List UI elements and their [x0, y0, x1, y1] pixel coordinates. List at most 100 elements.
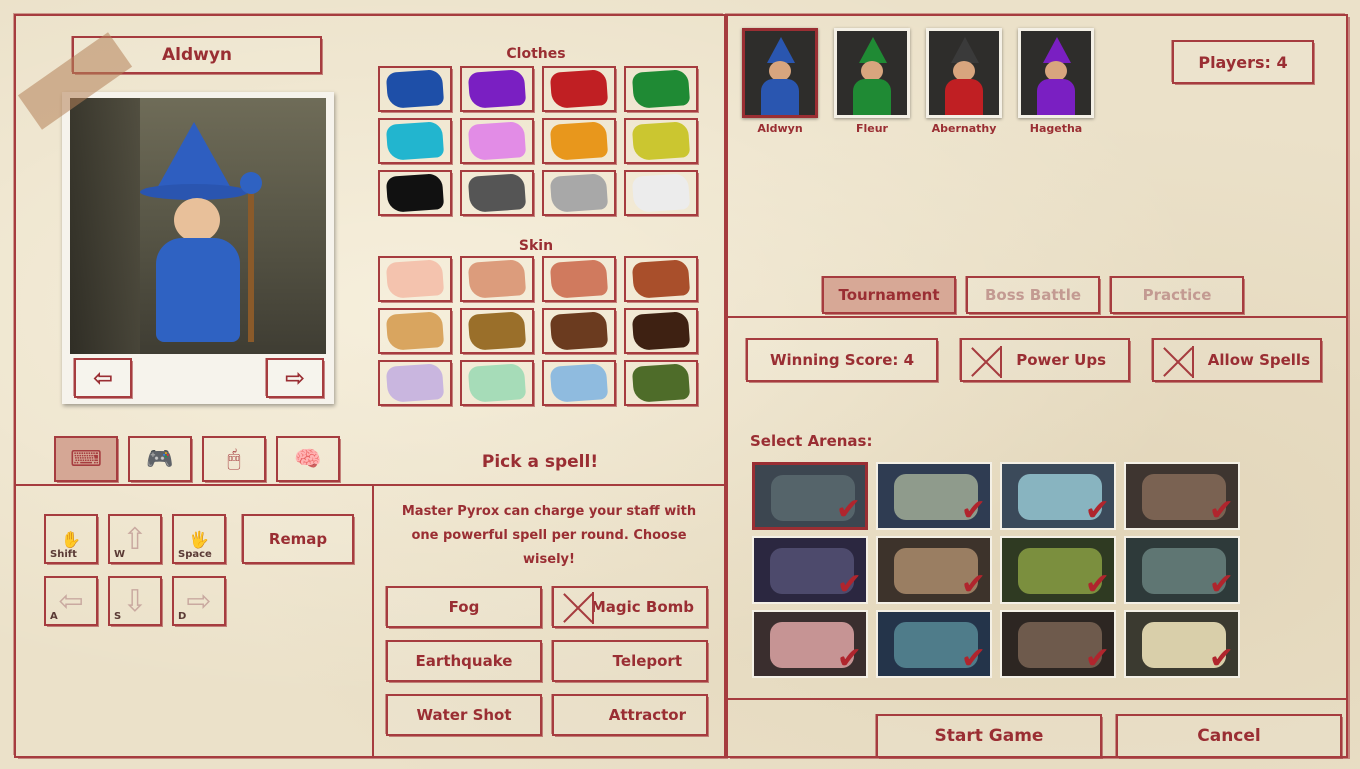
- tab-label: Practice: [1142, 286, 1212, 304]
- arena-thumbnail[interactable]: ✔: [1000, 610, 1116, 678]
- skin-color-blob: [631, 311, 691, 351]
- power-ups-toggle[interactable]: Power Ups: [960, 338, 1130, 382]
- key-w[interactable]: ⇧ W: [108, 514, 162, 564]
- player-portrait[interactable]: [834, 28, 910, 118]
- arena-thumbnail[interactable]: ✔: [876, 610, 992, 678]
- brain-icon: 🧠: [294, 446, 322, 472]
- arena-thumbnail[interactable]: ✔: [1124, 462, 1240, 530]
- skin-swatch[interactable]: [378, 308, 452, 354]
- skin-swatch[interactable]: [542, 360, 616, 406]
- next-character-button[interactable]: ⇨: [266, 358, 324, 398]
- check-icon: ✔: [1084, 567, 1110, 602]
- spell-teleport-button[interactable]: Teleport: [552, 640, 708, 682]
- player-portrait[interactable]: [926, 28, 1002, 118]
- arena-thumbnail[interactable]: ✔: [752, 536, 868, 604]
- player-portrait[interactable]: [742, 28, 818, 118]
- clothes-swatch[interactable]: [624, 66, 698, 112]
- player-hat-shape: [951, 37, 979, 63]
- skin-swatch[interactable]: [542, 256, 616, 302]
- skin-swatch[interactable]: [460, 308, 534, 354]
- clothes-swatch[interactable]: [460, 66, 534, 112]
- skin-swatch[interactable]: [542, 308, 616, 354]
- skin-swatch[interactable]: [460, 360, 534, 406]
- arena-thumbnail[interactable]: ✔: [876, 536, 992, 604]
- player-portrait[interactable]: [1018, 28, 1094, 118]
- checked-x-icon: [1162, 346, 1194, 378]
- check-icon: ✔: [1208, 567, 1234, 602]
- key-space[interactable]: 🖐 Space: [172, 514, 226, 564]
- spell-magic-bomb-button[interactable]: Magic Bomb: [552, 586, 708, 628]
- clothes-swatch[interactable]: [460, 170, 534, 216]
- player-name: Hagetha: [1029, 122, 1083, 135]
- player-name: Abernathy: [931, 122, 997, 135]
- allow-spells-toggle[interactable]: Allow Spells: [1152, 338, 1322, 382]
- check-icon: ✔: [960, 567, 986, 602]
- key-label: S: [114, 611, 122, 622]
- players-count-button[interactable]: Players: 4: [1172, 40, 1314, 84]
- spell-label: Earthquake: [415, 652, 513, 670]
- skin-swatch[interactable]: [624, 256, 698, 302]
- tab-practice[interactable]: Practice: [1110, 276, 1244, 314]
- clothes-color-blob: [467, 173, 527, 213]
- tab-tournament[interactable]: Tournament: [822, 276, 956, 314]
- clothes-swatch[interactable]: [460, 118, 534, 164]
- clothes-color-blob: [549, 121, 609, 161]
- skin-swatch[interactable]: [624, 360, 698, 406]
- clothes-color-blob: [549, 173, 609, 213]
- arena-thumbnail[interactable]: ✔: [876, 462, 992, 530]
- skin-swatch[interactable]: [378, 360, 452, 406]
- tab-boss-battle[interactable]: Boss Battle: [966, 276, 1100, 314]
- ai-tab[interactable]: 🧠: [276, 436, 340, 482]
- clothes-swatch[interactable]: [542, 118, 616, 164]
- remap-label: Remap: [268, 530, 328, 548]
- spell-fog-button[interactable]: Fog: [386, 586, 542, 628]
- clothes-swatch[interactable]: [624, 118, 698, 164]
- winning-score-button[interactable]: Winning Score: 4: [746, 338, 938, 382]
- key-d[interactable]: ⇨ D: [172, 576, 226, 626]
- clothes-swatch[interactable]: [378, 118, 452, 164]
- arena-thumbnail[interactable]: ✔: [1124, 536, 1240, 604]
- remap-button[interactable]: Remap: [242, 514, 354, 564]
- clothes-title: Clothes: [506, 46, 566, 62]
- spell-label: Magic Bomb: [590, 598, 694, 616]
- mouse-tab[interactable]: 🖱: [202, 436, 266, 482]
- clothes-swatch[interactable]: [542, 170, 616, 216]
- skin-swatch[interactable]: [378, 256, 452, 302]
- player-hat-shape: [1043, 37, 1071, 63]
- key-a[interactable]: ⇦ A: [44, 576, 98, 626]
- prev-character-button[interactable]: ⇦: [74, 358, 132, 398]
- skin-swatch[interactable]: [624, 308, 698, 354]
- clothes-swatch[interactable]: [378, 170, 452, 216]
- spell-earthquake-button[interactable]: Earthquake: [386, 640, 542, 682]
- key-shift[interactable]: ✋ Shift: [44, 514, 98, 564]
- character-preview-image: [70, 98, 326, 354]
- clothes-swatch[interactable]: [624, 170, 698, 216]
- clothes-swatch[interactable]: [378, 66, 452, 112]
- wizard-staff-shape: [248, 182, 254, 342]
- cancel-button[interactable]: Cancel: [1116, 714, 1342, 758]
- arena-thumbnail[interactable]: ✔: [1124, 610, 1240, 678]
- wizard-staff-orb: [240, 172, 262, 194]
- skin-color-blob: [385, 363, 445, 403]
- start-game-button[interactable]: Start Game: [876, 714, 1102, 758]
- check-icon: ✔: [835, 492, 861, 527]
- key-label: A: [50, 611, 58, 622]
- key-s[interactable]: ⇩ S: [108, 576, 162, 626]
- gamepad-tab[interactable]: 🎮: [128, 436, 192, 482]
- spell-water-shot-button[interactable]: Water Shot: [386, 694, 542, 736]
- keyboard-tab[interactable]: ⌨: [54, 436, 118, 482]
- check-icon: ✔: [1084, 641, 1110, 676]
- spell-attractor-button[interactable]: Attractor: [552, 694, 708, 736]
- arena-thumbnail[interactable]: ✔: [1000, 536, 1116, 604]
- clothes-color-blob: [631, 69, 691, 109]
- curtain-shape: [70, 98, 140, 354]
- clothes-swatch[interactable]: [542, 66, 616, 112]
- checked-x-icon: [970, 346, 1002, 378]
- skin-color-blob: [549, 363, 609, 403]
- skin-swatch[interactable]: [460, 256, 534, 302]
- arena-thumbnail[interactable]: ✔: [1000, 462, 1116, 530]
- check-icon: ✔: [960, 641, 986, 676]
- arena-thumbnail[interactable]: ✔: [752, 610, 868, 678]
- key-label: D: [178, 611, 187, 622]
- arena-thumbnail[interactable]: ✔: [752, 462, 868, 530]
